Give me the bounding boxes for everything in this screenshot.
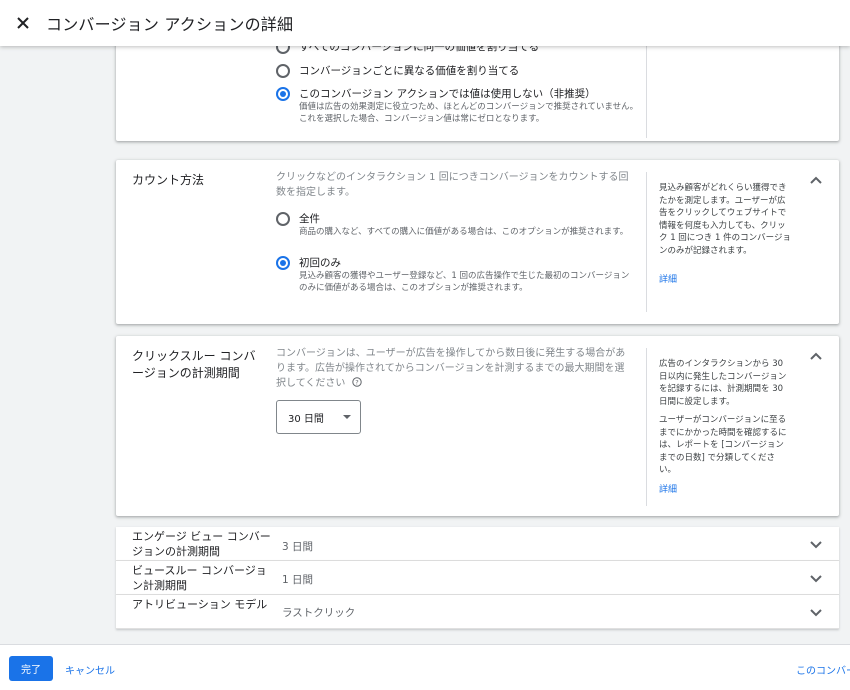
section-description: クリックなどのインタラクション 1 回につきコンバージョンをカウントする回数を指… bbox=[276, 172, 629, 198]
page-title: コンバージョン アクションの詳細 bbox=[46, 15, 294, 34]
value-card: すべてのコンバージョンに同一の価値を割り当てる コンバージョンごとに異なる価値を… bbox=[116, 46, 839, 141]
divider bbox=[646, 348, 647, 506]
count-option-first[interactable]: 初回のみ 見込み顧客の獲得やユーザー登録など、1 回の広告操作で生じた最初のコン… bbox=[276, 256, 634, 294]
count-method-card: カウント方法 クリックなどのインタラクション 1 回につきコンバージョンをカウン… bbox=[116, 160, 839, 324]
scroll-area[interactable]: すべてのコンバージョンに同一の価値を割り当てる コンバージョンごとに異なる価値を… bbox=[0, 46, 850, 644]
help-text: 見込み顧客がどれくらい獲得できたかを測定します。ユーザーが広告をクリックしてウェ… bbox=[659, 183, 791, 256]
click-through-window-card: クリックスルー コンバージョンの計測期間 コンバージョンは、ユーザーが広告を操作… bbox=[116, 336, 839, 516]
divider bbox=[646, 46, 647, 138]
learn-more-link[interactable]: 詳細 bbox=[659, 272, 677, 285]
done-button[interactable]: 完了 bbox=[9, 656, 53, 681]
view-through-window-row[interactable]: ビュースルー コンバージョン計測期間 1 日間 bbox=[116, 561, 839, 595]
section-title: クリックスルー コンバージョンの計測期間 bbox=[132, 349, 256, 380]
close-button[interactable] bbox=[0, 0, 46, 46]
conversion-action-link[interactable]: このコンバー bbox=[796, 662, 850, 677]
section-title: カウント方法 bbox=[132, 173, 205, 187]
footer-bar: 完了 キャンセル このコンバー bbox=[0, 644, 850, 690]
radio-button-selected[interactable] bbox=[276, 87, 290, 101]
count-option-all[interactable]: 全件 商品の購入など、すべての購入に価値がある場合は、このオプションが推奨されま… bbox=[276, 212, 634, 238]
help-circle-icon[interactable]: ? bbox=[351, 377, 362, 387]
dialog-header: コンバージョン アクションの詳細 bbox=[0, 0, 850, 46]
value-option-none[interactable]: このコンバージョン アクションでは値は使用しない（非推奨） 価値は広告の効果測定… bbox=[276, 87, 639, 125]
value-option-different[interactable]: コンバージョンごとに異なる価値を割り当てる bbox=[276, 64, 519, 78]
chevron-down-icon[interactable] bbox=[809, 537, 823, 551]
cancel-button[interactable]: キャンセル bbox=[65, 662, 115, 677]
value-option-same[interactable]: すべてのコンバージョンに同一の価値を割り当てる bbox=[276, 46, 539, 54]
chevron-up-icon[interactable] bbox=[809, 173, 823, 187]
attribution-model-row[interactable]: アトリビューション モデル ラストクリック bbox=[116, 595, 839, 629]
radio-button[interactable] bbox=[276, 212, 290, 226]
radio-button[interactable] bbox=[276, 46, 290, 54]
svg-text:?: ? bbox=[355, 378, 358, 386]
window-select[interactable]: 30 日間 bbox=[276, 400, 361, 434]
chevron-down-icon[interactable] bbox=[809, 571, 823, 585]
learn-more-link[interactable]: 詳細 bbox=[659, 482, 677, 495]
close-icon bbox=[17, 17, 29, 29]
help-text: ユーザーがコンバージョンに至るまでにかかった時間を確認するには、レポートを [コ… bbox=[659, 415, 787, 475]
radio-button[interactable] bbox=[276, 64, 290, 78]
chevron-down-icon[interactable] bbox=[809, 605, 823, 619]
help-text: 広告のインタラクションから 30 日以内に発生したコンバージョンを記録するには、… bbox=[659, 359, 787, 407]
engaged-view-window-row[interactable]: エンゲージ ビュー コンバージョンの計測期間 3 日間 bbox=[116, 527, 839, 561]
divider bbox=[646, 172, 647, 312]
section-description: コンバージョンは、ユーザーが広告を操作してから数日後に発生する場合があります。広… bbox=[276, 348, 626, 389]
chevron-up-icon[interactable] bbox=[809, 349, 823, 363]
dropdown-arrow-icon bbox=[343, 415, 351, 419]
radio-button-selected[interactable] bbox=[276, 256, 290, 270]
